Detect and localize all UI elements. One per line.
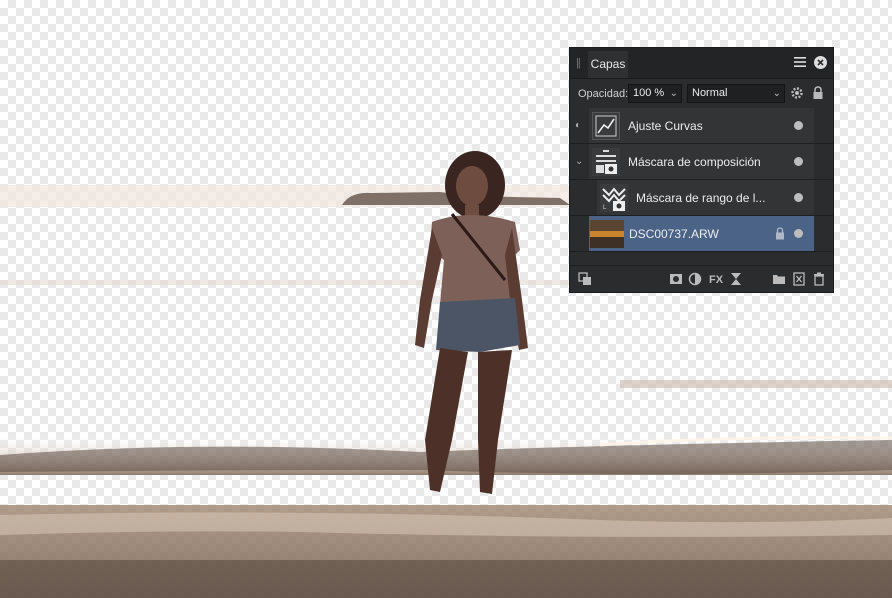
live-filter-icon[interactable] [729, 272, 743, 286]
curves-adjustment-icon [592, 112, 620, 140]
svg-text:FX: FX [709, 274, 723, 286]
chevron-down-icon[interactable]: ⌄ [773, 85, 781, 102]
panel-tabbar: || Capas [570, 48, 833, 79]
adjustment-mode-icon[interactable]: ◐ [575, 120, 581, 131]
folder-icon[interactable] [772, 272, 786, 286]
layer-arrange-icon[interactable] [578, 272, 592, 286]
layer-list: ◐ Ajuste Curvas ⌄ Máscara de composición… [570, 108, 833, 252]
visibility-dot[interactable] [794, 229, 803, 238]
gear-icon[interactable] [790, 86, 804, 100]
chevron-down-icon[interactable]: ⌄ [670, 85, 678, 102]
svg-text:L: L [603, 205, 607, 211]
luminosity-range-mask-icon: L [600, 184, 628, 212]
visibility-dot[interactable] [794, 157, 803, 166]
blend-mode-value: Normal [692, 87, 728, 99]
lock-icon[interactable] [812, 86, 824, 100]
lock-icon[interactable] [775, 227, 785, 240]
opacity-value: 100 % [633, 87, 665, 99]
adjustment-layer-icon[interactable] [688, 272, 702, 286]
mask-layer-icon[interactable] [669, 272, 683, 286]
chevron-down-icon[interactable]: ⌄ [575, 156, 583, 167]
visibility-dot[interactable] [794, 193, 803, 202]
panel-grip-icon[interactable]: || [576, 57, 581, 69]
layer-name: Máscara de rango de l... [636, 191, 766, 205]
layers-toolbar: FX [570, 265, 833, 292]
panel-menu-icon[interactable] [794, 56, 806, 68]
layer-name: DSC00737.ARW [629, 227, 719, 241]
new-layer-icon[interactable] [792, 272, 806, 286]
layer-name: Ajuste Curvas [628, 119, 703, 133]
blend-mode-select[interactable]: Normal ⌄ [687, 84, 785, 103]
layer-row-dsc00737[interactable]: DSC00737.ARW [570, 216, 833, 252]
layer-row-ajuste-curvas[interactable]: ◐ Ajuste Curvas [570, 108, 833, 144]
opacity-label: Opacidad: [578, 88, 629, 100]
layer-name: Máscara de composición [628, 155, 761, 169]
close-icon[interactable] [814, 56, 827, 69]
compositing-mask-icon [592, 148, 620, 176]
visibility-dot[interactable] [794, 121, 803, 130]
layers-panel: || Capas Opacidad: 100 % ⌄ Normal ⌄ ◐ Aj… [569, 47, 834, 293]
trash-icon[interactable] [812, 272, 826, 286]
opacity-field[interactable]: 100 % ⌄ [628, 84, 682, 103]
layer-row-mascara-rango[interactable]: L Máscara de rango de l... [570, 180, 833, 216]
tab-capas[interactable]: Capas [588, 51, 628, 78]
pixel-layer-thumbnail [590, 220, 624, 248]
layer-row-mascara-composicion[interactable]: ⌄ Máscara de composición [570, 144, 833, 180]
fx-effects-icon[interactable]: FX [709, 272, 723, 286]
opacity-bar: Opacidad: 100 % ⌄ Normal ⌄ [570, 79, 833, 108]
